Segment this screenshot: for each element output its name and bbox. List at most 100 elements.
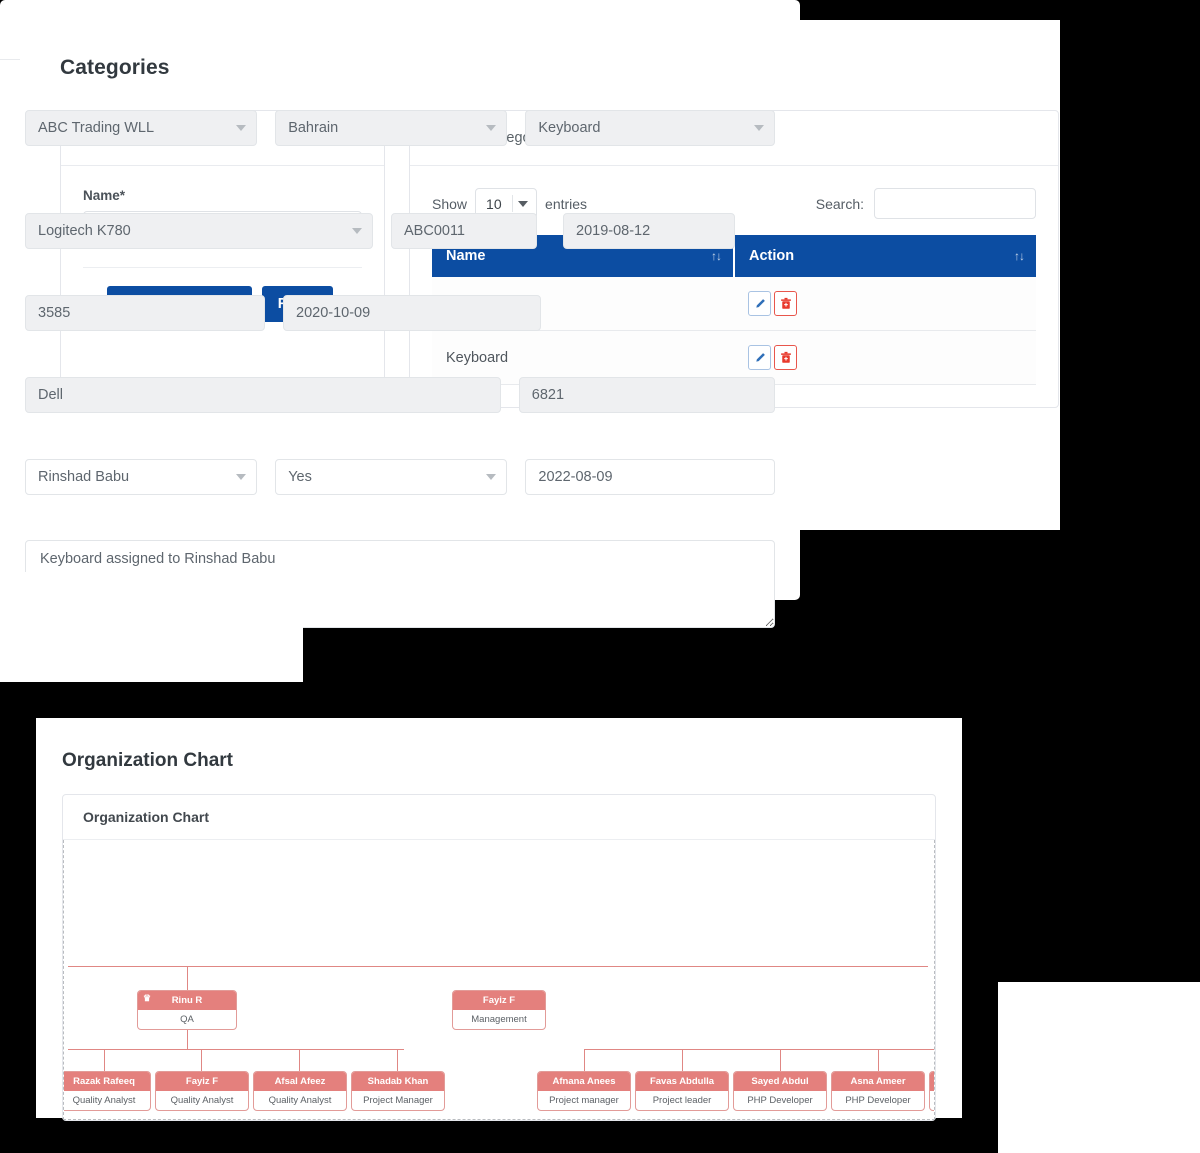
pencil-icon bbox=[755, 352, 765, 362]
sort-icon: ↑↓ bbox=[711, 249, 722, 263]
org-node-role: PHP Developer bbox=[845, 1095, 911, 1106]
purchase-date-input[interactable]: 2019-08-12 bbox=[563, 212, 735, 249]
assigned-date-input[interactable]: 2022-08-09 bbox=[525, 458, 775, 495]
assign-to-value: Rinshad Babu bbox=[38, 468, 130, 485]
connector-drop-7 bbox=[780, 1049, 781, 1071]
org-node-name: Afsal Afeez bbox=[254, 1072, 346, 1091]
invoice-number-input[interactable]: 3585 bbox=[25, 294, 265, 331]
name-field-label: Name* bbox=[83, 188, 126, 203]
org-chart-canvas: ♛ Rinu R QA Razak Rafeeq Quality Analyst… bbox=[63, 840, 935, 1120]
org-chart-card: Organization Chart ♛ Rinu R QA Razak Raf… bbox=[62, 794, 936, 1121]
list-card-body: Show 10 entries Search: Name ↑↓ Action ↑… bbox=[410, 166, 1058, 407]
cell-actions bbox=[734, 330, 1036, 385]
purchase-date-value: 2019-08-12 bbox=[576, 222, 651, 239]
org-node-name: Fayiz F bbox=[453, 991, 545, 1010]
org-node-name-label: Rinu R bbox=[171, 995, 203, 1006]
category-select[interactable]: Keyboard bbox=[525, 109, 775, 146]
search-input[interactable] bbox=[874, 188, 1036, 219]
row-action-buttons bbox=[748, 291, 1022, 316]
chevron-down-icon bbox=[753, 124, 764, 131]
serial-number-value: 6821 bbox=[531, 386, 565, 403]
connector-drop-3 bbox=[299, 1049, 300, 1071]
connector-top-bus bbox=[68, 966, 928, 967]
connector-drop-8 bbox=[878, 1049, 879, 1071]
org-node-role: Project manager bbox=[549, 1095, 619, 1106]
search-control: Search: bbox=[816, 188, 1036, 219]
chevron-down-icon bbox=[236, 124, 247, 131]
org-node-name: Fayiz F bbox=[156, 1072, 248, 1091]
org-node-rinu-r[interactable]: ♛ Rinu R QA bbox=[137, 990, 237, 1030]
categories-page-panel: Categories Add New Category Name* ☑Add C… bbox=[20, 20, 1060, 530]
org-node-role: Project leader bbox=[652, 1095, 712, 1106]
connector-left-bus bbox=[68, 1049, 404, 1050]
search-label: Search: bbox=[815, 195, 864, 212]
form-divider bbox=[83, 267, 362, 268]
list-all-categories-card: List All Categories Show 10 entries bbox=[409, 110, 1059, 408]
org-node-shadab-khan[interactable]: Shadab Khan Project Manager bbox=[351, 1071, 445, 1111]
serial-number-input[interactable]: 6821 bbox=[518, 376, 775, 413]
org-node-razak-rafeeq[interactable]: Razak Rafeeq Quality Analyst bbox=[64, 1071, 151, 1111]
org-node-name: Razak Rafeeq bbox=[64, 1072, 150, 1091]
connector-drop-1 bbox=[104, 1049, 105, 1071]
org-node-name: Favas Abdulla bbox=[636, 1072, 728, 1091]
entries-label: entries bbox=[545, 195, 588, 212]
org-node-name: Sayed Abdul bbox=[734, 1072, 826, 1091]
warranty-end-input[interactable]: 2020-10-09 bbox=[283, 294, 541, 331]
connector-drop-5 bbox=[584, 1049, 585, 1071]
is-working-select[interactable]: Yes bbox=[275, 458, 508, 495]
chevron-down-icon bbox=[518, 200, 529, 207]
blank-panel-left bbox=[0, 572, 303, 682]
org-node-name: ♛ Rinu R bbox=[138, 991, 236, 1010]
manufacturer-value: Dell bbox=[38, 386, 63, 403]
cell-actions bbox=[734, 277, 1036, 331]
org-node-partial-cutoff[interactable] bbox=[929, 1071, 934, 1111]
org-page-title: Organization Chart bbox=[62, 750, 234, 771]
company-asset-code-input[interactable]: ABC0011 bbox=[391, 212, 537, 249]
connector-drop-2 bbox=[201, 1049, 202, 1071]
edit-row-button[interactable] bbox=[748, 345, 771, 370]
assign-to-select[interactable]: Rinshad Babu bbox=[25, 458, 258, 495]
chevron-down-icon bbox=[352, 227, 362, 234]
categories-cards-row: Add New Category Name* ☑Add Category Res… bbox=[60, 110, 1060, 408]
blank-panel-right bbox=[998, 982, 1200, 1153]
delete-row-button[interactable] bbox=[774, 345, 797, 370]
edit-row-button[interactable] bbox=[748, 291, 771, 316]
column-header-action[interactable]: Action ↑↓ bbox=[734, 235, 1036, 277]
is-working-value: Yes bbox=[288, 468, 312, 485]
asset-name-value: Logitech K780 bbox=[38, 222, 131, 239]
location-value: Bahrain bbox=[288, 119, 339, 136]
connector-drop-4 bbox=[397, 1049, 398, 1071]
column-header-action-label: Action bbox=[749, 248, 795, 264]
location-select[interactable]: Bahrain bbox=[275, 109, 508, 146]
screenshot-stage: Categories Add New Category Name* ☑Add C… bbox=[0, 0, 1200, 1153]
asset-name-select[interactable]: Logitech K780 bbox=[25, 212, 373, 249]
org-node-role: Project Manager bbox=[363, 1095, 433, 1106]
org-node-name bbox=[930, 1072, 934, 1091]
org-node-afsal-afeez[interactable]: Afsal Afeez Quality Analyst bbox=[253, 1071, 347, 1111]
categories-table-body: Headset bbox=[432, 277, 1036, 385]
org-node-afnana-anees[interactable]: Afnana Anees Project manager bbox=[537, 1071, 631, 1111]
manufacturer-input[interactable]: Dell bbox=[25, 376, 501, 413]
trash-icon bbox=[780, 351, 791, 363]
add-new-category-card: Add New Category Name* ☑Add Category Res… bbox=[60, 110, 385, 408]
select-separator bbox=[512, 195, 514, 212]
org-node-asna-ameer[interactable]: Asna Ameer PHP Developer bbox=[831, 1071, 925, 1111]
org-node-name: Shadab Khan bbox=[352, 1072, 444, 1091]
org-node-role: Quality Analyst bbox=[268, 1095, 332, 1106]
org-node-role bbox=[930, 1091, 934, 1110]
show-label: Show bbox=[432, 195, 468, 212]
org-node-fayiz-f-qa[interactable]: Fayiz F Quality Analyst bbox=[155, 1071, 249, 1111]
org-node-fayiz-f-management[interactable]: Fayiz F Management bbox=[452, 990, 546, 1030]
connector-right-bus bbox=[584, 1049, 934, 1050]
invoice-number-value: 3585 bbox=[38, 304, 71, 321]
delete-row-button[interactable] bbox=[774, 291, 797, 316]
org-node-role: Management bbox=[471, 1014, 527, 1025]
org-card-header: Organization Chart bbox=[63, 795, 935, 840]
company-select[interactable]: ABC Trading WLL bbox=[25, 109, 258, 146]
org-node-sayed-abdul[interactable]: Sayed Abdul PHP Developer bbox=[733, 1071, 827, 1111]
org-node-favas-abdulla[interactable]: Favas Abdulla Project leader bbox=[635, 1071, 729, 1111]
chevron-down-icon bbox=[486, 124, 497, 131]
page-length-value: 10 bbox=[486, 195, 502, 212]
organization-chart-panel: Organization Chart Organization Chart ♛ … bbox=[36, 718, 962, 1121]
trash-icon bbox=[780, 297, 791, 309]
